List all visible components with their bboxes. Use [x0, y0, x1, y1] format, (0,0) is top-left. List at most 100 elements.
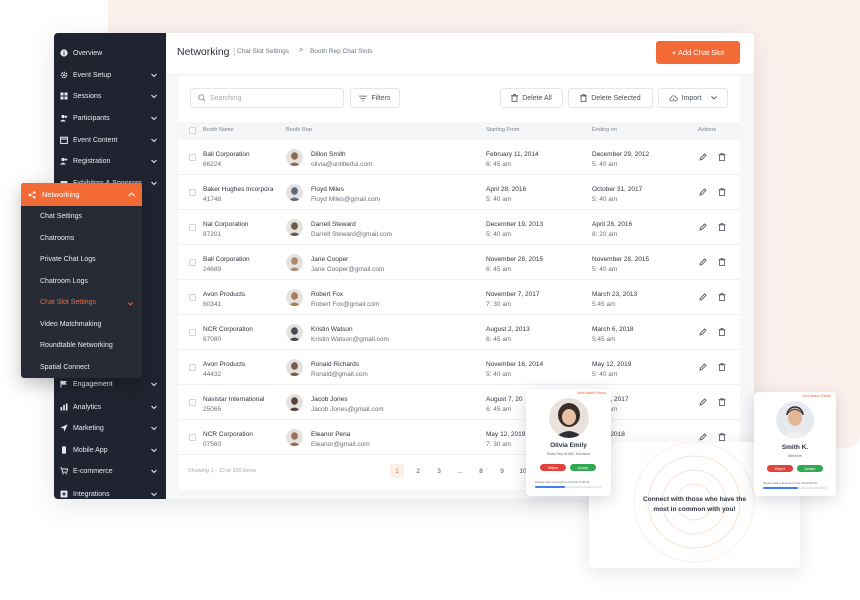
rep-cell: Dillon Smitholivia@untitledui.com [311, 150, 373, 170]
users-icon [60, 114, 68, 122]
flag-icon [60, 380, 68, 388]
end-date: March 6, 2018 [592, 325, 634, 335]
trash-icon[interactable] [718, 153, 726, 161]
sidebar-item-mobile-app[interactable]: Mobile App [54, 440, 166, 460]
view-match-result-link[interactable]: View Match Result [802, 394, 831, 398]
page-9-button[interactable]: 9 [495, 464, 509, 478]
sidebar-item-integrations[interactable]: Integrations [54, 484, 166, 499]
start-time: 6: 45 am [486, 160, 539, 170]
booth-id: 07560 [203, 440, 277, 450]
row-checkbox[interactable] [189, 224, 196, 231]
submenu-item-chatroom-logs[interactable]: Chatroom Logs [40, 278, 88, 285]
table-row: Ball Corporation66224Dillon Smitholivia@… [178, 140, 740, 175]
select-all-checkbox[interactable] [189, 127, 196, 134]
trash-icon[interactable] [718, 188, 726, 196]
table-row: NCR Corporation67080Kristin WatsonKristi… [178, 315, 740, 350]
row-checkbox[interactable] [189, 154, 196, 161]
submenu-item-roundtable-networking[interactable]: Roundtable Networking [40, 342, 113, 349]
avatar [286, 289, 303, 306]
row-checkbox[interactable] [189, 399, 196, 406]
view-match-result-link[interactable]: View Match Result [577, 391, 606, 395]
submenu-item-private-chat-logs[interactable]: Private Chat Logs [40, 256, 96, 263]
pencil-icon[interactable] [699, 188, 707, 196]
accept-button[interactable]: Accept [797, 465, 823, 472]
pencil-icon[interactable] [699, 223, 707, 231]
sidebar-item-sessions[interactable]: Sessions [54, 86, 166, 106]
sidebar-item-participants[interactable]: Participants [54, 108, 166, 128]
accept-button[interactable]: Accept [570, 464, 596, 471]
rep-cell: Robert FoxRobert Fox@gmail.com [311, 290, 379, 310]
networking-submenu: Networking Chat Settings Chatrooms Private… [21, 183, 142, 378]
page-2-button[interactable]: 2 [411, 464, 425, 478]
trash-icon[interactable] [718, 363, 726, 371]
row-checkbox[interactable] [189, 329, 196, 336]
chevron-down-icon [150, 157, 158, 165]
row-checkbox[interactable] [189, 294, 196, 301]
start-time: 6: 45 am [486, 335, 530, 345]
pencil-icon[interactable] [699, 398, 707, 406]
submenu-item-spatial-connect[interactable]: Spatial Connect [40, 364, 89, 371]
pencil-icon[interactable] [699, 153, 707, 161]
trash-icon[interactable] [718, 258, 726, 266]
start-time: 5: 40 am [486, 230, 543, 240]
end-date: November 28, 2015 [592, 255, 649, 265]
submenu-item-chatrooms[interactable]: Chatrooms [40, 235, 74, 242]
page-3-button[interactable]: 3 [432, 464, 446, 478]
end-date: October 31, 2017 [592, 185, 642, 195]
phone-icon [60, 446, 68, 454]
pencil-icon[interactable] [699, 433, 707, 441]
filter-icon [359, 95, 367, 102]
pencil-icon[interactable] [699, 328, 707, 336]
row-checkbox[interactable] [189, 434, 196, 441]
pencil-icon[interactable] [699, 293, 707, 301]
sidebar-item-e-commerce[interactable]: E-commerce [54, 461, 166, 481]
networking-menu-header[interactable]: Networking [21, 183, 142, 206]
add-chat-slot-button[interactable]: + Add Chat Slot [656, 41, 740, 64]
pencil-icon[interactable] [699, 258, 707, 266]
reject-button[interactable]: Reject [767, 465, 793, 472]
sidebar-item-marketing[interactable]: Marketing [54, 418, 166, 438]
start-date: August 7, 20 [486, 395, 523, 405]
chevron-down-icon [127, 300, 134, 307]
rep-name: Darrell Steward [311, 220, 392, 230]
sidebar-item-event-setup[interactable]: Event Setup [54, 65, 166, 85]
delete-all-button[interactable]: Delete All [500, 88, 563, 108]
breadcrumb-chat-slot-settings[interactable]: Chat Slot Settings [237, 48, 289, 55]
import-button[interactable]: Import [658, 88, 728, 108]
end-cell: March 6, 20185:45 am [592, 325, 634, 345]
trash-icon[interactable] [718, 293, 726, 301]
sidebar-item-event-content[interactable]: Event Content [54, 130, 166, 150]
submenu-item-chat-settings[interactable]: Chat Settings [40, 213, 82, 220]
row-checkbox[interactable] [189, 189, 196, 196]
match-timer-text: Please wait a second to end this is 00:3… [535, 480, 589, 484]
delete-selected-button[interactable]: Delete Selected [568, 88, 653, 108]
chevron-down-icon [150, 114, 158, 122]
row-checkbox[interactable] [189, 259, 196, 266]
start-time: 5: 40 am [486, 195, 526, 205]
filters-button[interactable]: Filters [350, 88, 400, 108]
trash-icon[interactable] [718, 398, 726, 406]
sidebar-item-overview[interactable]: Overview [54, 43, 166, 63]
sidebar-item-registration[interactable]: Registration [54, 151, 166, 171]
page-8-button[interactable]: 8 [474, 464, 488, 478]
booth-cell: Navistar International25065 [203, 395, 277, 415]
row-checkbox[interactable] [189, 364, 196, 371]
start-time: 7: 30 am [486, 440, 525, 450]
trash-icon[interactable] [718, 223, 726, 231]
start-date: February 11, 2014 [486, 150, 539, 160]
submenu-item-video-matchmaking[interactable]: Video Matchmaking [40, 321, 101, 328]
search-input[interactable]: Searching [190, 88, 344, 108]
trash-icon[interactable] [718, 433, 726, 441]
trash-icon [511, 94, 518, 102]
breadcrumb-chevron: > [299, 47, 303, 54]
trash-icon[interactable] [718, 328, 726, 336]
share-icon [28, 191, 36, 199]
reject-button[interactable]: Reject [540, 464, 566, 471]
chevron-down-icon [711, 96, 717, 100]
sidebar-item-analytics[interactable]: Analytics [54, 397, 166, 417]
rep-cell: Jane CooperJane Cooper@gmail.com [311, 255, 384, 275]
pencil-icon[interactable] [699, 363, 707, 371]
page-1-button[interactable]: 1 [390, 464, 404, 478]
submenu-item-chat-slot-settings[interactable]: Chat Slot Settings [40, 299, 96, 306]
search-placeholder: Searching [210, 95, 242, 102]
